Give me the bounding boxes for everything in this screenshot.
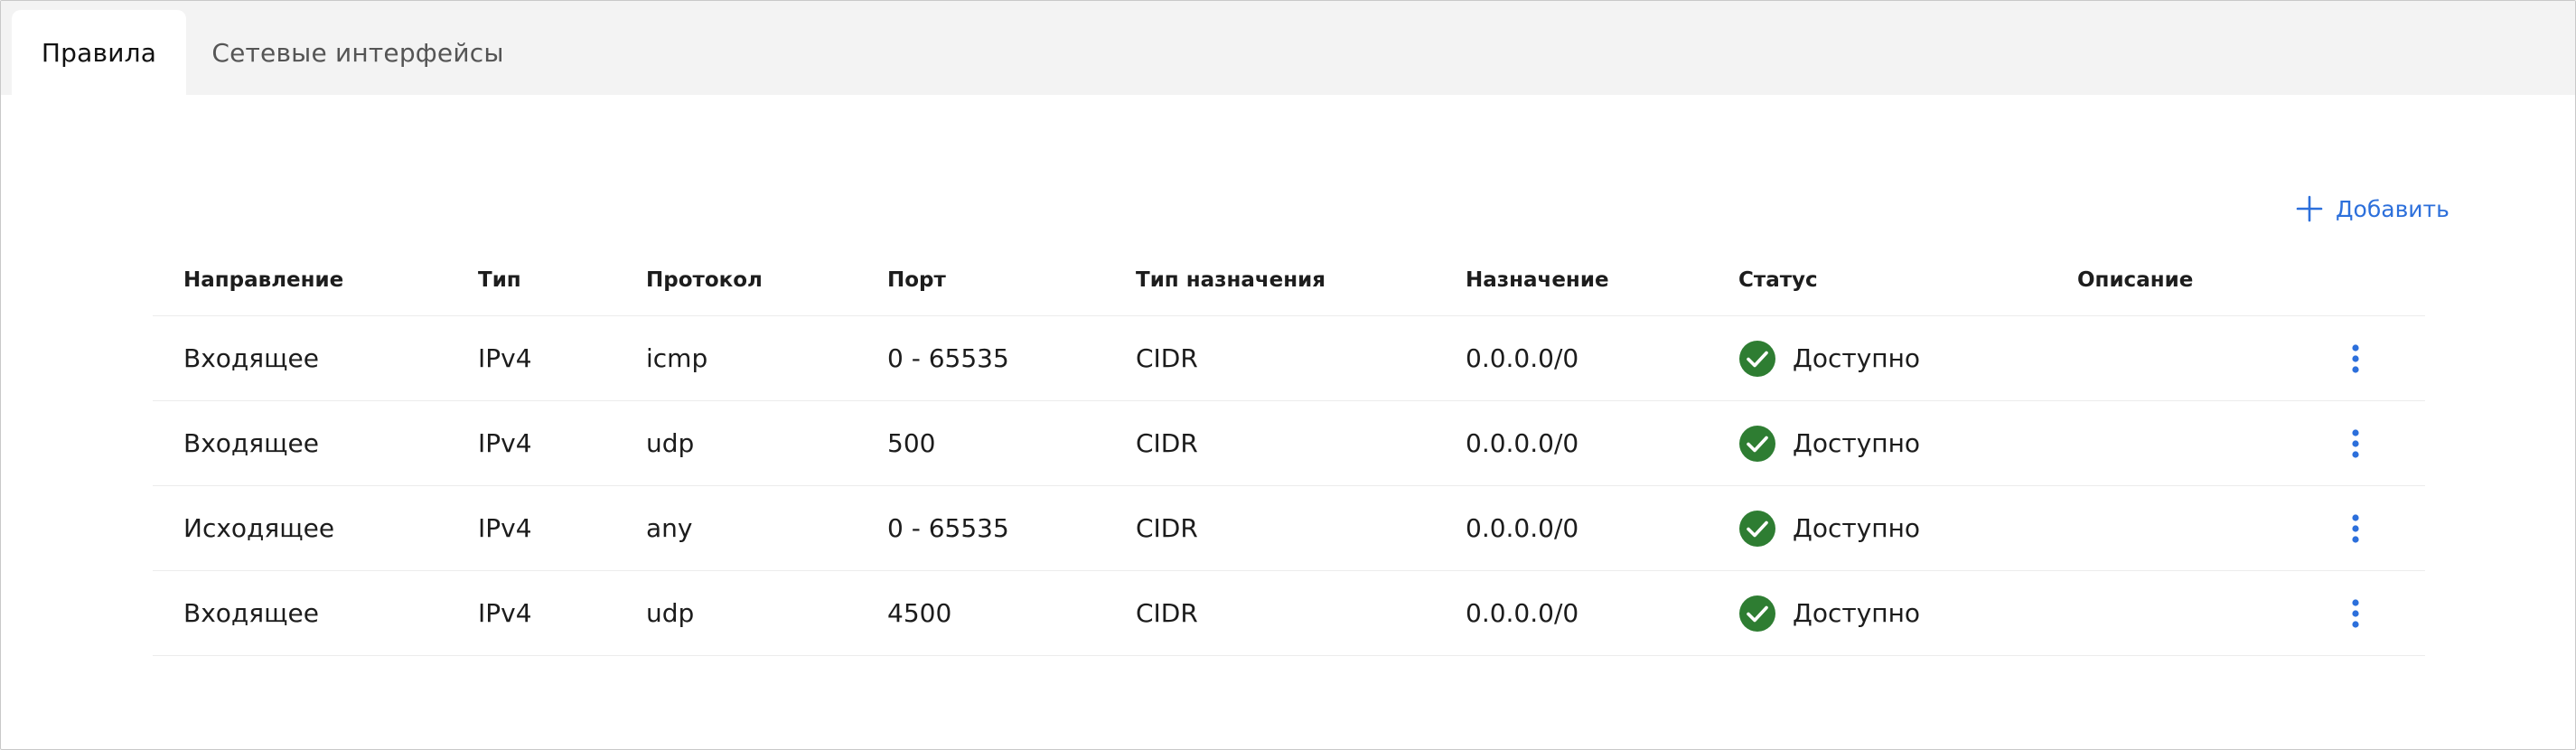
row-actions-button[interactable] <box>2337 316 2374 400</box>
cell-protocol: udp <box>646 428 695 458</box>
more-vertical-icon <box>2352 343 2359 373</box>
tab-rules[interactable]: Правила <box>12 10 186 95</box>
cell-destination: 0.0.0.0/0 <box>1466 428 1579 458</box>
column-header-protocol[interactable]: Протокол <box>646 268 763 292</box>
column-header-destination-type[interactable]: Тип назначения <box>1136 268 1325 292</box>
cell-status: Доступно <box>1738 401 1920 485</box>
cell-destination-type: CIDR <box>1136 428 1198 458</box>
table-row[interactable]: Исходящее IPv4 any 0 - 65535 CIDR 0.0.0.… <box>153 486 2425 571</box>
column-header-status[interactable]: Статус <box>1738 268 1818 292</box>
cell-destination: 0.0.0.0/0 <box>1466 598 1579 628</box>
cell-status: Доступно <box>1738 486 1920 570</box>
cell-direction: Входящее <box>183 343 319 373</box>
cell-status: Доступно <box>1738 571 1920 655</box>
cell-protocol: any <box>646 513 693 543</box>
cell-protocol: udp <box>646 598 695 628</box>
cell-direction: Исходящее <box>183 513 335 543</box>
table-header: Направление Тип Протокол Порт Тип назнач… <box>153 250 2425 316</box>
check-circle-icon <box>1739 425 1775 462</box>
more-vertical-icon <box>2352 598 2359 628</box>
tab-network-interfaces-label: Сетевые интерфейсы <box>211 37 504 68</box>
cell-direction: Входящее <box>183 598 319 628</box>
cell-destination-type: CIDR <box>1136 343 1198 373</box>
rules-table: Направление Тип Протокол Порт Тип назнач… <box>153 250 2425 656</box>
table-row[interactable]: Входящее IPv4 udp 500 CIDR 0.0.0.0/0 Дос… <box>153 401 2425 486</box>
cell-type: IPv4 <box>478 343 532 373</box>
table-row[interactable]: Входящее IPv4 icmp 0 - 65535 CIDR 0.0.0.… <box>153 316 2425 401</box>
cell-port: 4500 <box>887 598 952 628</box>
status-label: Доступно <box>1793 428 1921 458</box>
add-rule-label: Добавить <box>2336 195 2450 222</box>
column-header-type[interactable]: Тип <box>478 268 521 292</box>
check-circle-icon <box>1739 510 1775 547</box>
table-row[interactable]: Входящее IPv4 udp 4500 CIDR 0.0.0.0/0 До… <box>153 571 2425 656</box>
cell-destination-type: CIDR <box>1136 513 1198 543</box>
plus-icon <box>2296 195 2323 222</box>
column-header-description[interactable]: Описание <box>2077 268 2193 292</box>
cell-destination-type: CIDR <box>1136 598 1198 628</box>
row-actions-button[interactable] <box>2337 401 2374 485</box>
status-label: Доступно <box>1793 513 1921 543</box>
cell-type: IPv4 <box>478 598 532 628</box>
column-header-port[interactable]: Порт <box>887 268 946 292</box>
cell-destination: 0.0.0.0/0 <box>1466 513 1579 543</box>
tab-rules-label: Правила <box>41 37 157 68</box>
status-label: Доступно <box>1793 598 1921 628</box>
cell-port: 0 - 65535 <box>887 513 1009 543</box>
column-header-direction[interactable]: Направление <box>183 268 343 292</box>
check-circle-icon <box>1739 340 1775 377</box>
rules-panel: Правила Сетевые интерфейсы Добавить Напр… <box>0 0 2576 750</box>
more-vertical-icon <box>2352 513 2359 543</box>
cell-port: 500 <box>887 428 936 458</box>
tab-bar: Правила Сетевые интерфейсы <box>1 1 2575 95</box>
add-rule-button[interactable]: Добавить <box>2296 191 2450 227</box>
cell-port: 0 - 65535 <box>887 343 1009 373</box>
cell-type: IPv4 <box>478 513 532 543</box>
check-circle-icon <box>1739 595 1775 632</box>
tab-network-interfaces[interactable]: Сетевые интерфейсы <box>186 10 529 95</box>
cell-direction: Входящее <box>183 428 319 458</box>
cell-destination: 0.0.0.0/0 <box>1466 343 1579 373</box>
column-header-destination[interactable]: Назначение <box>1466 268 1609 292</box>
status-label: Доступно <box>1793 343 1921 373</box>
more-vertical-icon <box>2352 428 2359 458</box>
cell-status: Доступно <box>1738 316 1920 400</box>
cell-protocol: icmp <box>646 343 708 373</box>
cell-type: IPv4 <box>478 428 532 458</box>
row-actions-button[interactable] <box>2337 571 2374 655</box>
row-actions-button[interactable] <box>2337 486 2374 570</box>
